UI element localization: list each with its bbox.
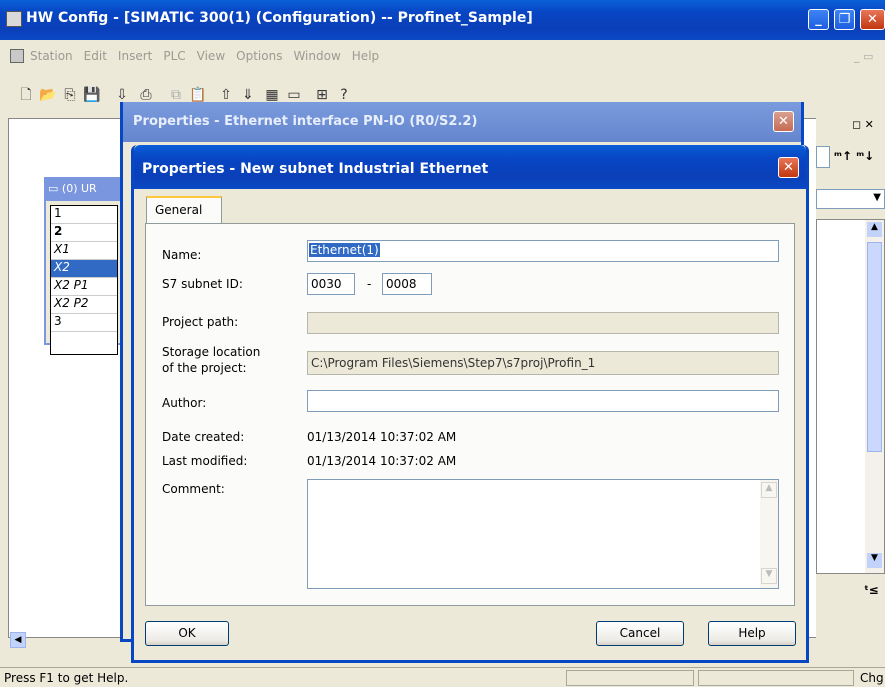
catalog-search-field[interactable] [816, 146, 830, 168]
rack-window[interactable]: ▭ (0) UR 1 2 X1 X2 X2 P1 X2 P2 3 [44, 177, 124, 355]
comment-scroll-down-icon[interactable]: ▼ [761, 568, 777, 584]
chevron-down-icon: ▼ [873, 192, 881, 203]
mdi-min-icon[interactable]: _ ▭ [854, 50, 873, 63]
tab-general[interactable]: General [146, 196, 222, 224]
menu-bar: Station Edit Insert PLC View Options Window Hel… [0, 46, 885, 68]
help-button[interactable]: Help [708, 621, 796, 646]
status-bar: Press F1 to get Help. Chg [0, 667, 885, 687]
author-field[interactable] [307, 390, 779, 412]
help-button-label: Help [738, 626, 766, 640]
comment-scroll-up-icon[interactable]: ▲ [761, 482, 777, 498]
status-pane-1 [566, 670, 694, 686]
name-field[interactable]: Ethernet(1) [307, 240, 779, 262]
project-path-label: Project path: [162, 315, 239, 329]
storage-location-label-1: Storage location [162, 345, 261, 359]
name-value: Ethernet(1) [309, 243, 380, 257]
dialog-title: Properties - New subnet Industrial Ether… [142, 161, 489, 177]
menu-item-window[interactable]: Window [293, 49, 340, 63]
hwconfig-app-icon [6, 11, 22, 27]
last-modified-value: 01/13/2014 10:37:02 AM [307, 454, 457, 468]
cancel-button-label: Cancel [619, 626, 661, 640]
author-label: Author: [162, 396, 207, 410]
name-label: Name: [162, 248, 202, 262]
project-path-field [307, 312, 779, 334]
menu-item-station[interactable]: Station [30, 49, 73, 63]
storage-location-field: C:\Program Files\Siemens\Step7\s7proj\Pr… [307, 351, 779, 375]
rack-slot-row[interactable]: 3 [51, 314, 117, 332]
rack-slot-row[interactable]: X1 [51, 242, 117, 260]
menu-item-plc[interactable]: PLC [163, 49, 185, 63]
menu-item-edit[interactable]: Edit [84, 49, 107, 63]
rack-slot-row[interactable]: X2 P1 [51, 278, 117, 296]
menu-item-help[interactable]: Help [352, 49, 379, 63]
open-icon[interactable]: 📂 [38, 86, 58, 104]
dialog-title-bar: Properties - New subnet Industrial Ether… [134, 145, 806, 189]
tab-general-label: General [155, 203, 203, 217]
cancel-button[interactable]: Cancel [596, 621, 684, 646]
catalog-panel: ◻ ✕ ᵐ↑ ᵐ↓ ▼ ▲ ▼ ᵗ≤ [816, 108, 885, 646]
subnet-id-label: S7 subnet ID: [162, 277, 243, 291]
catalog-info-icon[interactable]: ᵗ≤ [864, 583, 879, 597]
subnet-id-field-2[interactable]: 0008 [382, 273, 432, 295]
rack-slot-row[interactable]: 2 [51, 224, 117, 242]
dialog-close-button[interactable]: ✕ [778, 157, 799, 178]
menu-item-view[interactable]: View [197, 49, 225, 63]
scroll-down-icon[interactable]: ▼ [867, 553, 882, 568]
status-text: Press F1 to get Help. [4, 671, 129, 685]
outer-dialog-close-button[interactable]: ✕ [773, 111, 794, 132]
subnet-id-field-1[interactable]: 0030 [307, 273, 355, 295]
outer-dialog-title-bar: Properties - Ethernet interface PN-IO (R… [123, 102, 801, 142]
storage-location-label-2: of the project: [162, 361, 247, 375]
new-icon[interactable]: 🗋 [16, 86, 36, 104]
search-up-icon[interactable]: ᵐ↑ ᵐ↓ [834, 149, 874, 163]
menu-item-insert[interactable]: Insert [118, 49, 152, 63]
outer-dialog-title: Properties - Ethernet interface PN-IO (R… [133, 114, 478, 129]
catalog-profile-select[interactable]: ▼ [816, 189, 885, 209]
rack-title-bar: ▭ (0) UR [46, 179, 122, 201]
rack-icon: ▭ [48, 182, 59, 195]
save-icon[interactable]: 💾 [82, 86, 102, 104]
main-title-bar: HW Config - [SIMATIC 300(1) (Configurati… [0, 0, 885, 40]
rack-slot-row[interactable]: X2 P2 [51, 296, 117, 314]
ok-button-label: OK [178, 626, 196, 640]
subnet-separator: - [367, 277, 372, 291]
network-icon[interactable]: ⎘ [60, 86, 80, 104]
menu-item-options[interactable]: Options [236, 49, 282, 63]
ok-button[interactable]: OK [145, 621, 229, 646]
child-window-icon [10, 49, 24, 63]
status-pane-2 [698, 670, 854, 686]
restore-button[interactable]: ❐ [834, 9, 855, 30]
rack-slot-row[interactable]: 1 [51, 206, 117, 224]
comment-field[interactable]: ▲ ▼ [307, 479, 779, 589]
rack-title: (0) UR [61, 182, 97, 195]
close-button[interactable]: ✕ [860, 9, 885, 30]
subnet-id-1-value: 0030 [311, 277, 342, 291]
scroll-thumb[interactable] [867, 242, 882, 452]
subnet-id-2-value: 0008 [386, 277, 417, 291]
catalog-tree[interactable]: ▲ ▼ [816, 219, 885, 574]
storage-location-value: C:\Program Files\Siemens\Step7\s7proj\Pr… [311, 356, 596, 370]
catalog-scrollbar[interactable]: ▲ ▼ [865, 220, 884, 573]
date-created-label: Date created: [162, 430, 245, 444]
last-modified-label: Last modified: [162, 454, 248, 468]
date-created-value: 01/13/2014 10:37:02 AM [307, 430, 457, 444]
minimize-button[interactable]: _ [808, 9, 829, 30]
scroll-up-icon[interactable]: ▲ [867, 222, 882, 237]
rack-slot-row[interactable]: X2 [51, 260, 117, 278]
window-title: HW Config - [SIMATIC 300(1) (Configurati… [26, 10, 533, 26]
comment-scrollbar[interactable]: ▲ ▼ [760, 480, 778, 588]
left-scroll-icon[interactable]: ◀ [10, 632, 26, 648]
comment-label: Comment: [162, 482, 225, 496]
status-right: Chg [860, 671, 884, 685]
catalog-window-buttons[interactable]: ◻ ✕ [852, 118, 874, 131]
